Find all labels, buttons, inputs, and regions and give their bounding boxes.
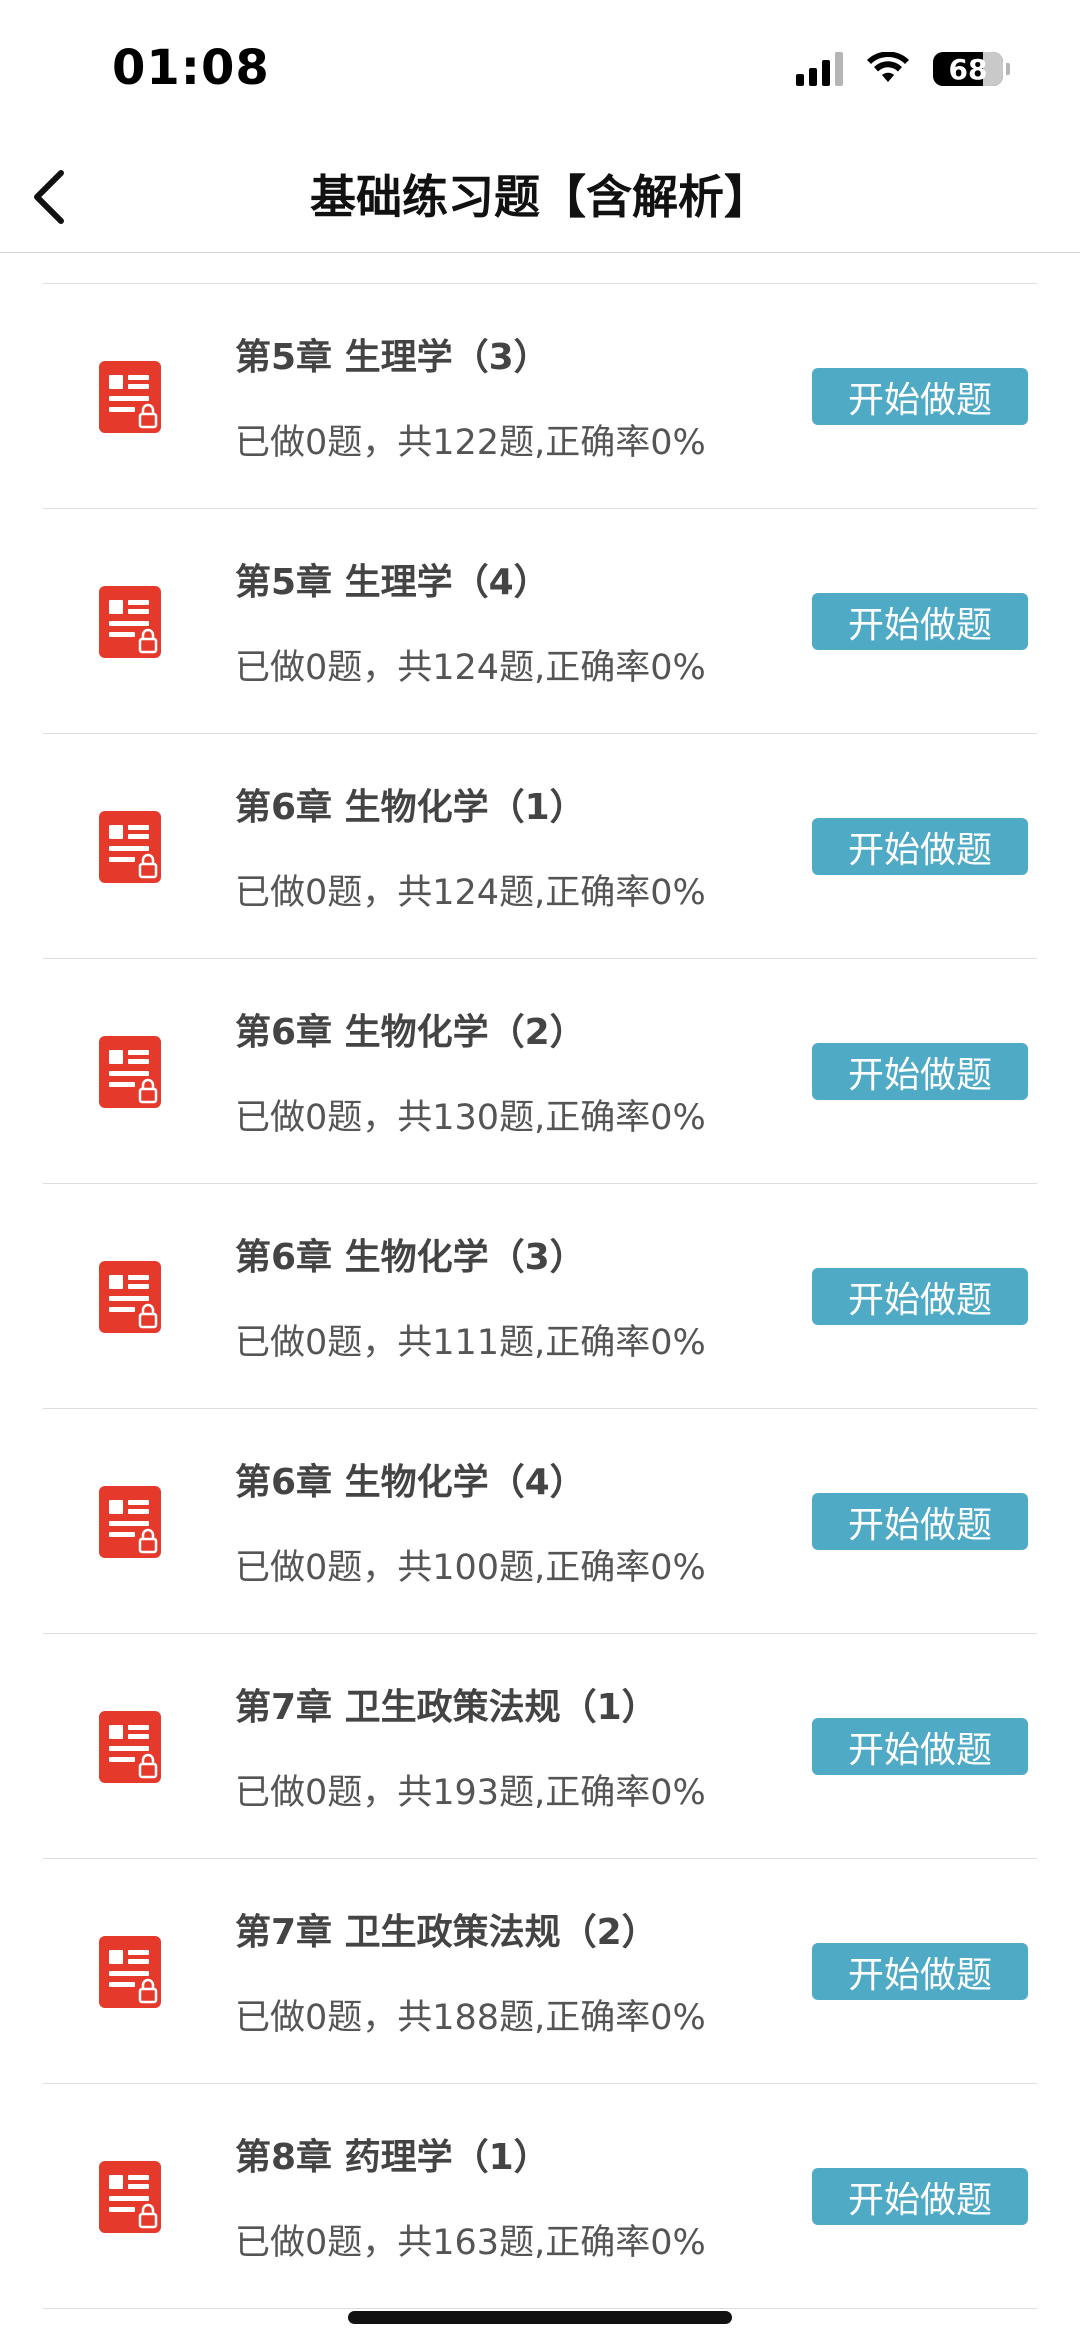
- chapter-list: 第5章 生理学（3） 已做0题，共122题,正确率0% 开始做题 第5章 生理学（4）…: [43, 283, 1037, 2309]
- start-practice-button[interactable]: 开始做题: [812, 1718, 1028, 1775]
- start-practice-button[interactable]: 开始做题: [812, 2168, 1028, 2225]
- start-practice-button[interactable]: 开始做题: [812, 1943, 1028, 2000]
- item-title: 第5章 生理学（4）: [235, 562, 550, 603]
- item-progress: 已做0题，共130题,正确率0%: [235, 1098, 706, 1138]
- signal-icon: [796, 52, 843, 86]
- item-progress: 已做0题，共124题,正确率0%: [235, 873, 706, 913]
- item-title: 第6章 生物化学（4）: [235, 1462, 586, 1503]
- battery-icon: 68: [933, 52, 1010, 86]
- start-practice-button[interactable]: 开始做题: [812, 1043, 1028, 1100]
- item-progress: 已做0题，共163题,正确率0%: [235, 2223, 706, 2263]
- list-item[interactable]: 第5章 生理学（3） 已做0题，共122题,正确率0% 开始做题: [43, 284, 1037, 509]
- document-lock-icon: [99, 586, 161, 658]
- document-lock-icon: [99, 1036, 161, 1108]
- list-item[interactable]: 第7章 卫生政策法规（1） 已做0题，共193题,正确率0% 开始做题: [43, 1634, 1037, 1859]
- item-progress: 已做0题，共188题,正确率0%: [235, 1998, 706, 2038]
- list-item[interactable]: 第6章 生物化学（1） 已做0题，共124题,正确率0% 开始做题: [43, 734, 1037, 959]
- item-progress: 已做0题，共193题,正确率0%: [235, 1773, 706, 1813]
- item-title: 第6章 生物化学（2）: [235, 1012, 586, 1053]
- document-lock-icon: [99, 1711, 161, 1783]
- document-lock-icon: [99, 361, 161, 433]
- status-icons: 68: [796, 52, 1010, 86]
- home-indicator[interactable]: [348, 2311, 732, 2324]
- page-title: 基础练习题【含解析】: [310, 170, 770, 224]
- status-bar: 01:08 68: [0, 0, 1080, 142]
- item-title: 第6章 生物化学（3）: [235, 1237, 586, 1278]
- item-progress: 已做0题，共100题,正确率0%: [235, 1548, 706, 1588]
- list-item[interactable]: 第8章 药理学（1） 已做0题，共163题,正确率0% 开始做题: [43, 2084, 1037, 2309]
- status-time: 01:08: [112, 40, 270, 96]
- document-lock-icon: [99, 1936, 161, 2008]
- list-item[interactable]: 第7章 卫生政策法规（2） 已做0题，共188题,正确率0% 开始做题: [43, 1859, 1037, 2084]
- list-item[interactable]: 第5章 生理学（4） 已做0题，共124题,正确率0% 开始做题: [43, 509, 1037, 734]
- battery-body: 68: [933, 52, 1003, 86]
- document-lock-icon: [99, 2161, 161, 2233]
- document-lock-icon: [99, 811, 161, 883]
- list-item[interactable]: 第6章 生物化学（3） 已做0题，共111题,正确率0% 开始做题: [43, 1184, 1037, 1409]
- wifi-icon: [865, 52, 911, 86]
- item-title: 第7章 卫生政策法规（2）: [235, 1912, 658, 1953]
- item-progress: 已做0题，共111题,正确率0%: [235, 1323, 706, 1363]
- start-practice-button[interactable]: 开始做题: [812, 1268, 1028, 1325]
- list-item[interactable]: 第6章 生物化学（4） 已做0题，共100题,正确率0% 开始做题: [43, 1409, 1037, 1634]
- item-progress: 已做0题，共124题,正确率0%: [235, 648, 706, 688]
- start-practice-button[interactable]: 开始做题: [812, 818, 1028, 875]
- start-practice-button[interactable]: 开始做题: [812, 368, 1028, 425]
- nav-header: 基础练习题【含解析】: [0, 142, 1080, 253]
- item-title: 第6章 生物化学（1）: [235, 787, 586, 828]
- item-progress: 已做0题，共122题,正确率0%: [235, 423, 706, 463]
- item-title: 第7章 卫生政策法规（1）: [235, 1687, 658, 1728]
- document-lock-icon: [99, 1486, 161, 1558]
- document-lock-icon: [99, 1261, 161, 1333]
- item-title: 第5章 生理学（3）: [235, 337, 550, 378]
- item-title: 第8章 药理学（1）: [235, 2137, 550, 2178]
- start-practice-button[interactable]: 开始做题: [812, 1493, 1028, 1550]
- list-item[interactable]: 第6章 生物化学（2） 已做0题，共130题,正确率0% 开始做题: [43, 959, 1037, 1184]
- start-practice-button[interactable]: 开始做题: [812, 593, 1028, 650]
- battery-level: 68: [948, 52, 988, 86]
